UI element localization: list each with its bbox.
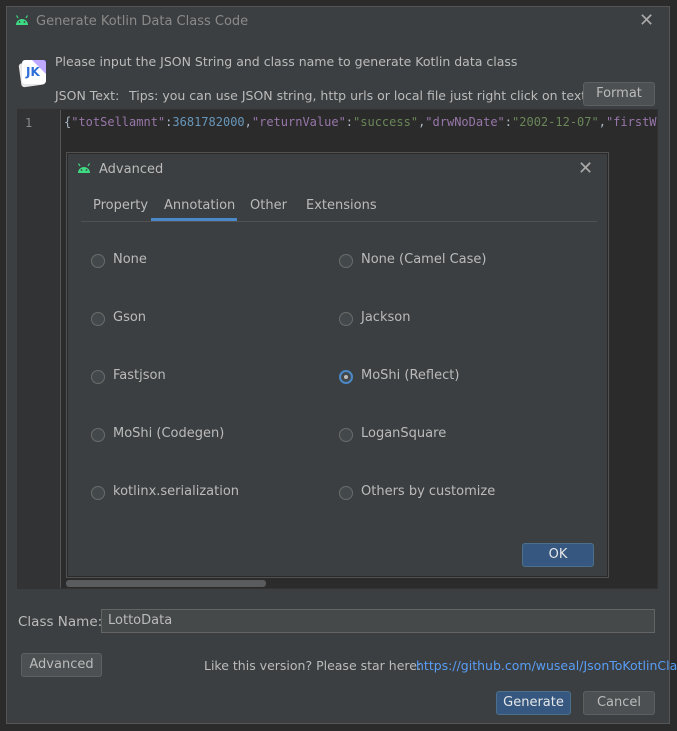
radio-label: Others by customize [361,484,496,499]
code-key: "firstWina [605,115,657,129]
code-string: "2002-12-07" [512,115,599,129]
json-to-kotlin-logo: JK [18,58,48,88]
editor-gutter: 1 [18,110,61,588]
advanced-dialog-title: Advanced [99,162,164,177]
json-text-label: JSON Text: [55,88,120,103]
json-tip-text: Tips: you can use JSON string, http urls… [129,88,619,103]
radio-label: LoganSquare [361,426,447,441]
code-number: 3681782000 [172,115,245,129]
code-comma: , [598,115,606,129]
cancel-button[interactable]: Cancel [583,691,655,715]
window-title: Generate Kotlin Data Class Code [36,14,249,29]
tabs-divider [81,221,597,222]
android-icon [76,162,92,178]
radio-label: Fastjson [113,368,166,383]
logo-text: JK [26,65,40,79]
selected-tab-indicator [151,218,237,221]
line-number: 1 [25,116,33,130]
radio-label: None [113,252,147,267]
code-key: "drwNoDate" [425,115,505,129]
tab-property[interactable]: Property [93,198,148,213]
class-name-input[interactable]: LottoData [101,609,655,633]
android-icon [14,14,30,30]
generate-button[interactable]: Generate [496,691,571,715]
json-code-line[interactable]: {"totSellamnt":3681782000,"returnValue":… [64,115,657,129]
code-key: "returnValue" [251,115,346,129]
radio-label: None (Camel Case) [361,252,487,267]
horizontal-scrollbar[interactable] [66,580,266,587]
radio-label: MoShi (Reflect) [361,368,460,383]
star-text: Like this version? Please star here: [204,658,422,673]
radio-button[interactable] [91,312,105,326]
code-string: "success" [353,115,419,129]
radio-button[interactable] [339,486,353,500]
close-icon[interactable]: ✕ [578,160,593,178]
github-link[interactable]: https://github.com/wuseal/JsonToKotlinCl… [416,658,677,673]
code-colon: : [504,115,513,129]
radio-button[interactable] [91,370,105,384]
format-button[interactable]: Format [583,82,655,106]
radio-label: Jackson [361,310,411,325]
radio-button[interactable] [91,428,105,442]
advanced-dialog: Advanced ✕ Property Annotation Other Ext… [67,153,608,577]
instruction-text: Please input the JSON String and class n… [55,54,518,69]
radio-button[interactable] [91,254,105,268]
radio-label: MoShi (Codegen) [113,426,225,441]
radio-button[interactable] [91,486,105,500]
code-comma: , [244,115,252,129]
ok-button[interactable]: OK [522,543,594,567]
advanced-button[interactable]: Advanced [21,653,102,677]
class-name-label: Class Name: [18,614,103,630]
tab-extensions[interactable]: Extensions [306,198,377,213]
code-key: "totSellamnt" [71,115,166,129]
radio-label: kotlinx.serialization [113,484,240,499]
radio-label: Gson [113,310,147,325]
tab-annotation[interactable]: Annotation [164,198,235,213]
tab-other[interactable]: Other [250,198,287,213]
radio-button[interactable] [339,254,353,268]
close-icon[interactable]: ✕ [639,12,654,30]
radio-button[interactable] [339,312,353,326]
radio-button-selected[interactable] [339,370,353,384]
radio-button[interactable] [339,428,353,442]
code-colon: : [345,115,354,129]
